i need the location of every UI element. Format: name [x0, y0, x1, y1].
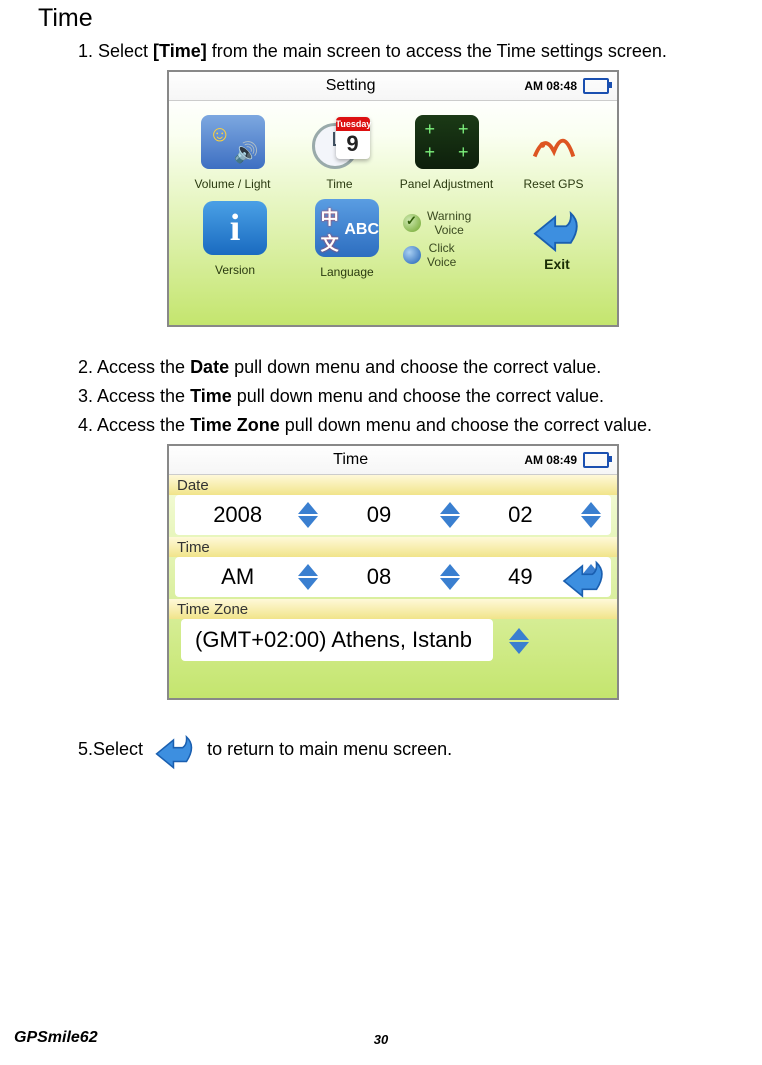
check-icon	[403, 214, 421, 232]
language-label: Language	[291, 265, 403, 279]
section-title: Time	[38, 4, 748, 33]
click-voice-toggle[interactable]: Click Voice	[403, 241, 507, 269]
panel-adjustment-icon: ++ ++	[415, 115, 479, 169]
model-label: GPSmile62	[14, 1029, 259, 1047]
battery-icon	[583, 78, 609, 94]
settings-clock: AM 08:48	[524, 79, 577, 93]
time-settings-screenshot: Time AM 08:49 Date 2008 09 02 Time AM 08…	[167, 444, 619, 700]
ampm-value: AM	[181, 564, 294, 590]
warning-voice-toggle[interactable]: Warning Voice	[403, 209, 507, 237]
year-spinner[interactable]	[294, 498, 322, 532]
step-1: 1. Select [Time] from the main screen to…	[78, 41, 748, 62]
date-label: Date	[169, 475, 617, 495]
settings-title: Setting	[177, 77, 524, 95]
language-icon: 中文 ABC	[315, 199, 379, 257]
settings-topbar: Setting AM 08:48	[169, 72, 617, 101]
hour-value: 08	[322, 564, 435, 590]
month-value: 09	[322, 502, 435, 528]
month-spinner[interactable]	[436, 498, 464, 532]
exit-button[interactable]: Exit	[507, 206, 607, 272]
step-2: 2. Access the Date pull down menu and ch…	[78, 357, 748, 378]
panel-adjustment-button[interactable]: ++ ++ Panel Adjustment	[393, 115, 500, 191]
step-3: 3. Access the Time pull down menu and ch…	[78, 386, 748, 407]
day-spinner[interactable]	[577, 498, 605, 532]
volume-light-label: Volume / Light	[179, 177, 286, 191]
volume-light-icon	[201, 115, 265, 169]
panel-adjustment-label: Panel Adjustment	[393, 177, 500, 191]
time-button[interactable]: Tuesday9 Time	[286, 115, 393, 191]
version-button[interactable]: i Version	[179, 201, 291, 277]
timezone-label: Time Zone	[169, 599, 617, 619]
battery-icon	[583, 452, 609, 468]
page-number: 30	[259, 1032, 504, 1047]
language-button[interactable]: 中文 ABC Language	[291, 199, 403, 279]
timezone-value: (GMT+02:00) Athens, Istanb	[187, 627, 487, 653]
time-icon: Tuesday9	[308, 115, 372, 169]
hour-spinner[interactable]	[436, 560, 464, 594]
time-title: Time	[177, 451, 524, 469]
timezone-row: (GMT+02:00) Athens, Istanb	[181, 619, 493, 661]
day-value: 02	[464, 502, 577, 528]
time-field-label: Time	[169, 537, 617, 557]
year-value: 2008	[181, 502, 294, 528]
time-label: Time	[286, 177, 393, 191]
back-arrow-icon	[152, 730, 198, 770]
reset-gps-button[interactable]: Reset GPS	[500, 115, 607, 191]
volume-light-button[interactable]: Volume / Light	[179, 115, 286, 191]
version-label: Version	[179, 263, 291, 277]
time-row: AM 08 49	[175, 557, 611, 597]
step-4: 4. Access the Time Zone pull down menu a…	[78, 415, 748, 436]
page-footer: GPSmile62 30	[14, 1029, 748, 1047]
settings-screenshot: Setting AM 08:48 Volume / Light Tuesday9…	[167, 70, 619, 327]
reset-gps-label: Reset GPS	[500, 177, 607, 191]
exit-label: Exit	[507, 256, 607, 272]
click-voice-label: Click Voice	[427, 241, 456, 269]
time-back-button[interactable]	[559, 556, 609, 598]
info-icon: i	[203, 201, 267, 255]
timezone-spinner[interactable]	[505, 624, 533, 658]
back-arrow-icon	[529, 206, 585, 252]
ampm-spinner[interactable]	[294, 560, 322, 594]
time-topbar: Time AM 08:49	[169, 446, 617, 475]
warning-voice-label: Warning Voice	[427, 209, 471, 237]
reset-gps-icon	[522, 115, 586, 169]
time-clock: AM 08:49	[524, 453, 577, 467]
step-5: 5.Select to return to main menu screen.	[78, 730, 748, 770]
dot-icon	[403, 246, 421, 264]
date-row: 2008 09 02	[175, 495, 611, 535]
